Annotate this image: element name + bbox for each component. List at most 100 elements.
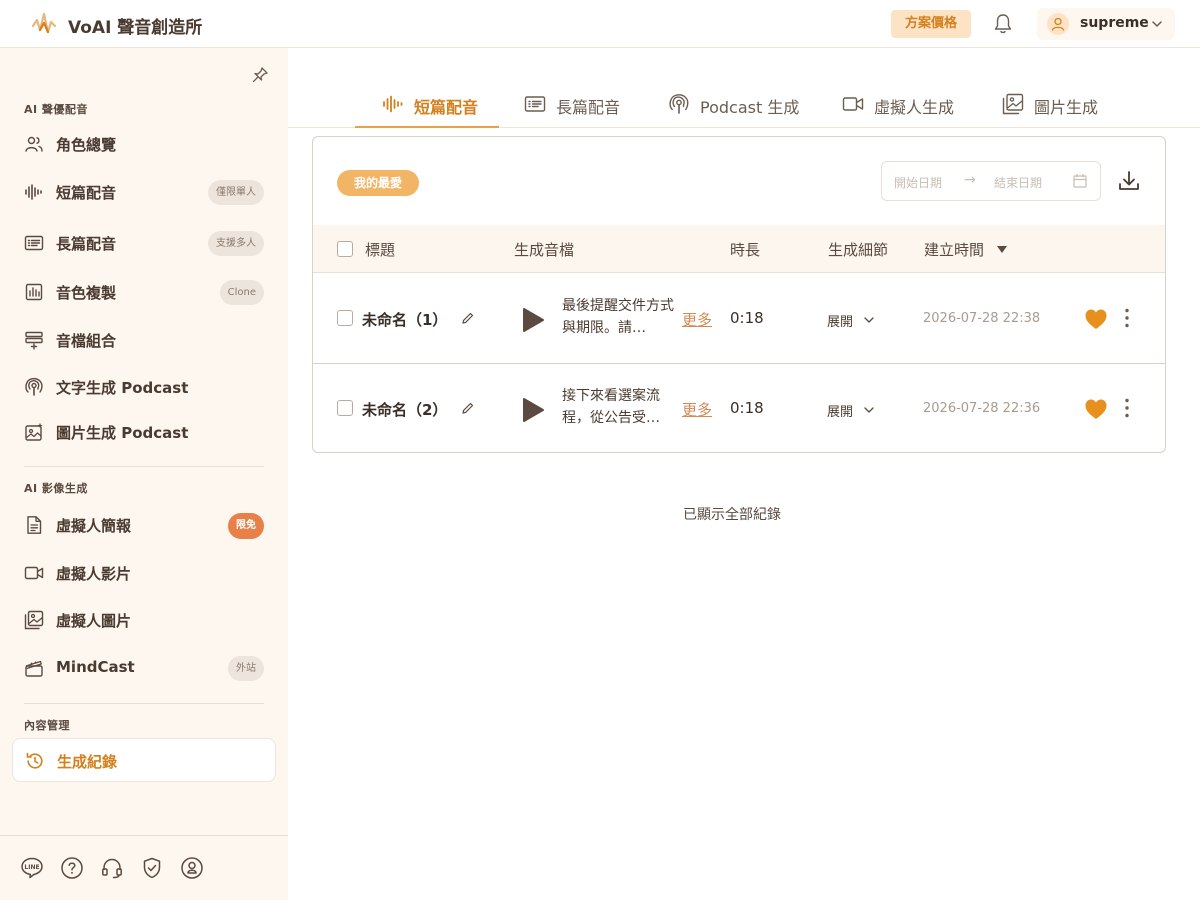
sidebar-item-avatar-video[interactable]: 虛擬人影片 xyxy=(12,551,276,595)
created-time: 2026-07-28 22:38 xyxy=(923,311,1041,326)
record-title: 未命名（2） xyxy=(362,401,448,419)
sidebar-item-label: 長篇配音 xyxy=(56,235,117,253)
audio-merge-icon xyxy=(25,331,43,350)
waveform-icon xyxy=(25,184,42,200)
duration-value: 0:18 xyxy=(730,309,764,327)
audio-text-preview: 接下來看選案流程，從公告受… xyxy=(562,388,660,426)
download-icon[interactable] xyxy=(1117,169,1141,193)
heart-icon[interactable] xyxy=(1084,308,1108,330)
sort-desc-icon[interactable] xyxy=(997,246,1007,253)
record-title: 未命名（1） xyxy=(362,311,448,329)
records-card: 我的最愛 開始日期 → 結束日期 標題 生成音檔 時長 生成細節 建立時間 未命… xyxy=(312,136,1166,453)
tab-bar: 短篇配音 長篇配音 Podcast 生成 虛擬人生成 圖片生成 xyxy=(288,80,1200,128)
table-header: 標題 生成音檔 時長 生成細節 建立時間 xyxy=(313,225,1165,273)
shield-icon[interactable] xyxy=(140,856,164,880)
expand-details-toggle[interactable]: 展開 xyxy=(827,401,853,420)
sidebar-item-mindcast[interactable]: MindCast 外站 xyxy=(12,646,276,690)
more-link[interactable]: 更多 xyxy=(682,309,712,330)
help-icon[interactable] xyxy=(60,856,84,880)
clapperboard-icon xyxy=(25,660,43,677)
table-row: 未命名（1） 最後提醒交件方式與期限。請… 更多 0:18 展開 2026-07… xyxy=(313,274,1165,364)
status-badge: 外站 xyxy=(228,656,264,681)
sidebar-item-voice-clone[interactable]: 音色複製 Clone xyxy=(12,270,276,314)
sidebar: AI 聲優配音 角色總覽 短篇配音 僅限單人 長篇配音 支援多人 音色複製 Cl… xyxy=(0,48,288,900)
date-start-placeholder[interactable]: 開始日期 xyxy=(894,174,942,191)
section-label-voice: AI 聲優配音 xyxy=(24,103,88,116)
date-end-placeholder[interactable]: 結束日期 xyxy=(994,174,1042,191)
date-range-picker[interactable]: 開始日期 → 結束日期 xyxy=(881,161,1101,201)
calendar-icon xyxy=(1073,173,1087,188)
document-list-icon xyxy=(24,235,44,251)
user-menu[interactable]: supreme xyxy=(1037,8,1175,40)
app-title[interactable]: VoAI 聲音創造所 xyxy=(68,13,202,38)
status-badge: 支援多人 xyxy=(208,231,264,256)
sidebar-item-history[interactable]: 生成紀錄 xyxy=(12,738,276,782)
active-tab-indicator xyxy=(355,126,499,128)
sidebar-item-characters[interactable]: 角色總覽 xyxy=(12,122,276,166)
pin-icon[interactable] xyxy=(251,66,269,84)
more-options-icon[interactable] xyxy=(1125,308,1129,328)
play-icon[interactable] xyxy=(521,397,545,423)
select-all-checkbox[interactable] xyxy=(337,241,353,257)
tab-label: 虛擬人生成 xyxy=(874,98,955,117)
chevron-down-icon[interactable] xyxy=(863,404,875,416)
voai-logo-icon[interactable] xyxy=(30,10,58,38)
sidebar-item-label: 音色複製 xyxy=(56,284,117,302)
sidebar-item-audio-merge[interactable]: 音檔組合 xyxy=(12,318,276,362)
sidebar-item-avatar-image[interactable]: 虛擬人圖片 xyxy=(12,598,276,642)
sidebar-item-short-dubbing[interactable]: 短篇配音 僅限單人 xyxy=(12,170,276,214)
image-icon xyxy=(1002,93,1024,115)
sidebar-item-label: 角色總覽 xyxy=(56,136,117,154)
column-header-created[interactable]: 建立時間 xyxy=(924,239,984,260)
sidebar-item-image-podcast[interactable]: 圖片生成 Podcast xyxy=(12,410,276,454)
username: supreme xyxy=(1080,15,1149,31)
play-icon[interactable] xyxy=(521,307,545,333)
pencil-icon[interactable] xyxy=(461,401,475,415)
sidebar-item-label: MindCast xyxy=(56,658,135,676)
sidebar-item-label: 生成紀錄 xyxy=(57,753,118,771)
chevron-down-icon[interactable] xyxy=(863,314,875,326)
status-badge: 僅限單人 xyxy=(208,180,264,205)
top-bar: VoAI 聲音創造所 方案價格 supreme xyxy=(0,0,1200,48)
divider xyxy=(24,703,264,704)
sidebar-item-long-dubbing[interactable]: 長篇配音 支援多人 xyxy=(12,221,276,265)
divider xyxy=(24,466,264,467)
line-icon[interactable]: LINE xyxy=(20,856,44,880)
column-header-audio: 生成音檔 xyxy=(514,241,575,259)
podcast-icon xyxy=(25,377,43,396)
sidebar-item-label: 音檔組合 xyxy=(56,332,117,350)
video-icon xyxy=(842,97,864,111)
more-options-icon[interactable] xyxy=(1125,398,1129,418)
heart-icon[interactable] xyxy=(1084,398,1108,420)
pencil-icon[interactable] xyxy=(461,311,475,325)
account-icon[interactable] xyxy=(180,856,204,880)
sidebar-item-text-podcast[interactable]: 文字生成 Podcast xyxy=(12,365,276,409)
pricing-button[interactable]: 方案價格 xyxy=(891,10,971,38)
waveform-icon xyxy=(383,95,403,113)
more-link[interactable]: 更多 xyxy=(682,399,712,420)
created-time: 2026-07-28 22:36 xyxy=(923,401,1041,416)
arrow-right-icon: → xyxy=(964,172,976,188)
podcast-icon xyxy=(669,94,689,114)
image-sparkle-icon xyxy=(25,422,43,441)
file-text-icon xyxy=(27,516,42,534)
duration-value: 0:18 xyxy=(730,399,764,417)
bell-icon[interactable] xyxy=(993,13,1013,35)
voice-clone-icon xyxy=(25,283,43,301)
sidebar-item-label: 圖片生成 Podcast xyxy=(56,424,189,442)
sidebar-item-label: 虛擬人影片 xyxy=(56,565,132,583)
sidebar-item-label: 文字生成 Podcast xyxy=(56,379,189,397)
free-badge: 限免 xyxy=(228,513,264,539)
row-checkbox[interactable] xyxy=(337,400,353,416)
user-icon xyxy=(1051,17,1065,31)
image-icon xyxy=(24,610,44,630)
favorites-filter-chip[interactable]: 我的最愛 xyxy=(337,170,419,196)
sidebar-item-avatar-presentation[interactable]: 虛擬人簡報 限免 xyxy=(12,503,276,547)
chevron-down-icon xyxy=(1152,21,1162,27)
avatar xyxy=(1047,13,1069,35)
expand-details-toggle[interactable]: 展開 xyxy=(827,311,853,330)
headset-icon[interactable] xyxy=(100,856,124,880)
column-header-duration: 時長 xyxy=(730,241,761,259)
table-row: 未命名（2） 接下來看選案流程，從公告受… 更多 0:18 展開 2026-07… xyxy=(313,364,1165,452)
row-checkbox[interactable] xyxy=(337,310,353,326)
